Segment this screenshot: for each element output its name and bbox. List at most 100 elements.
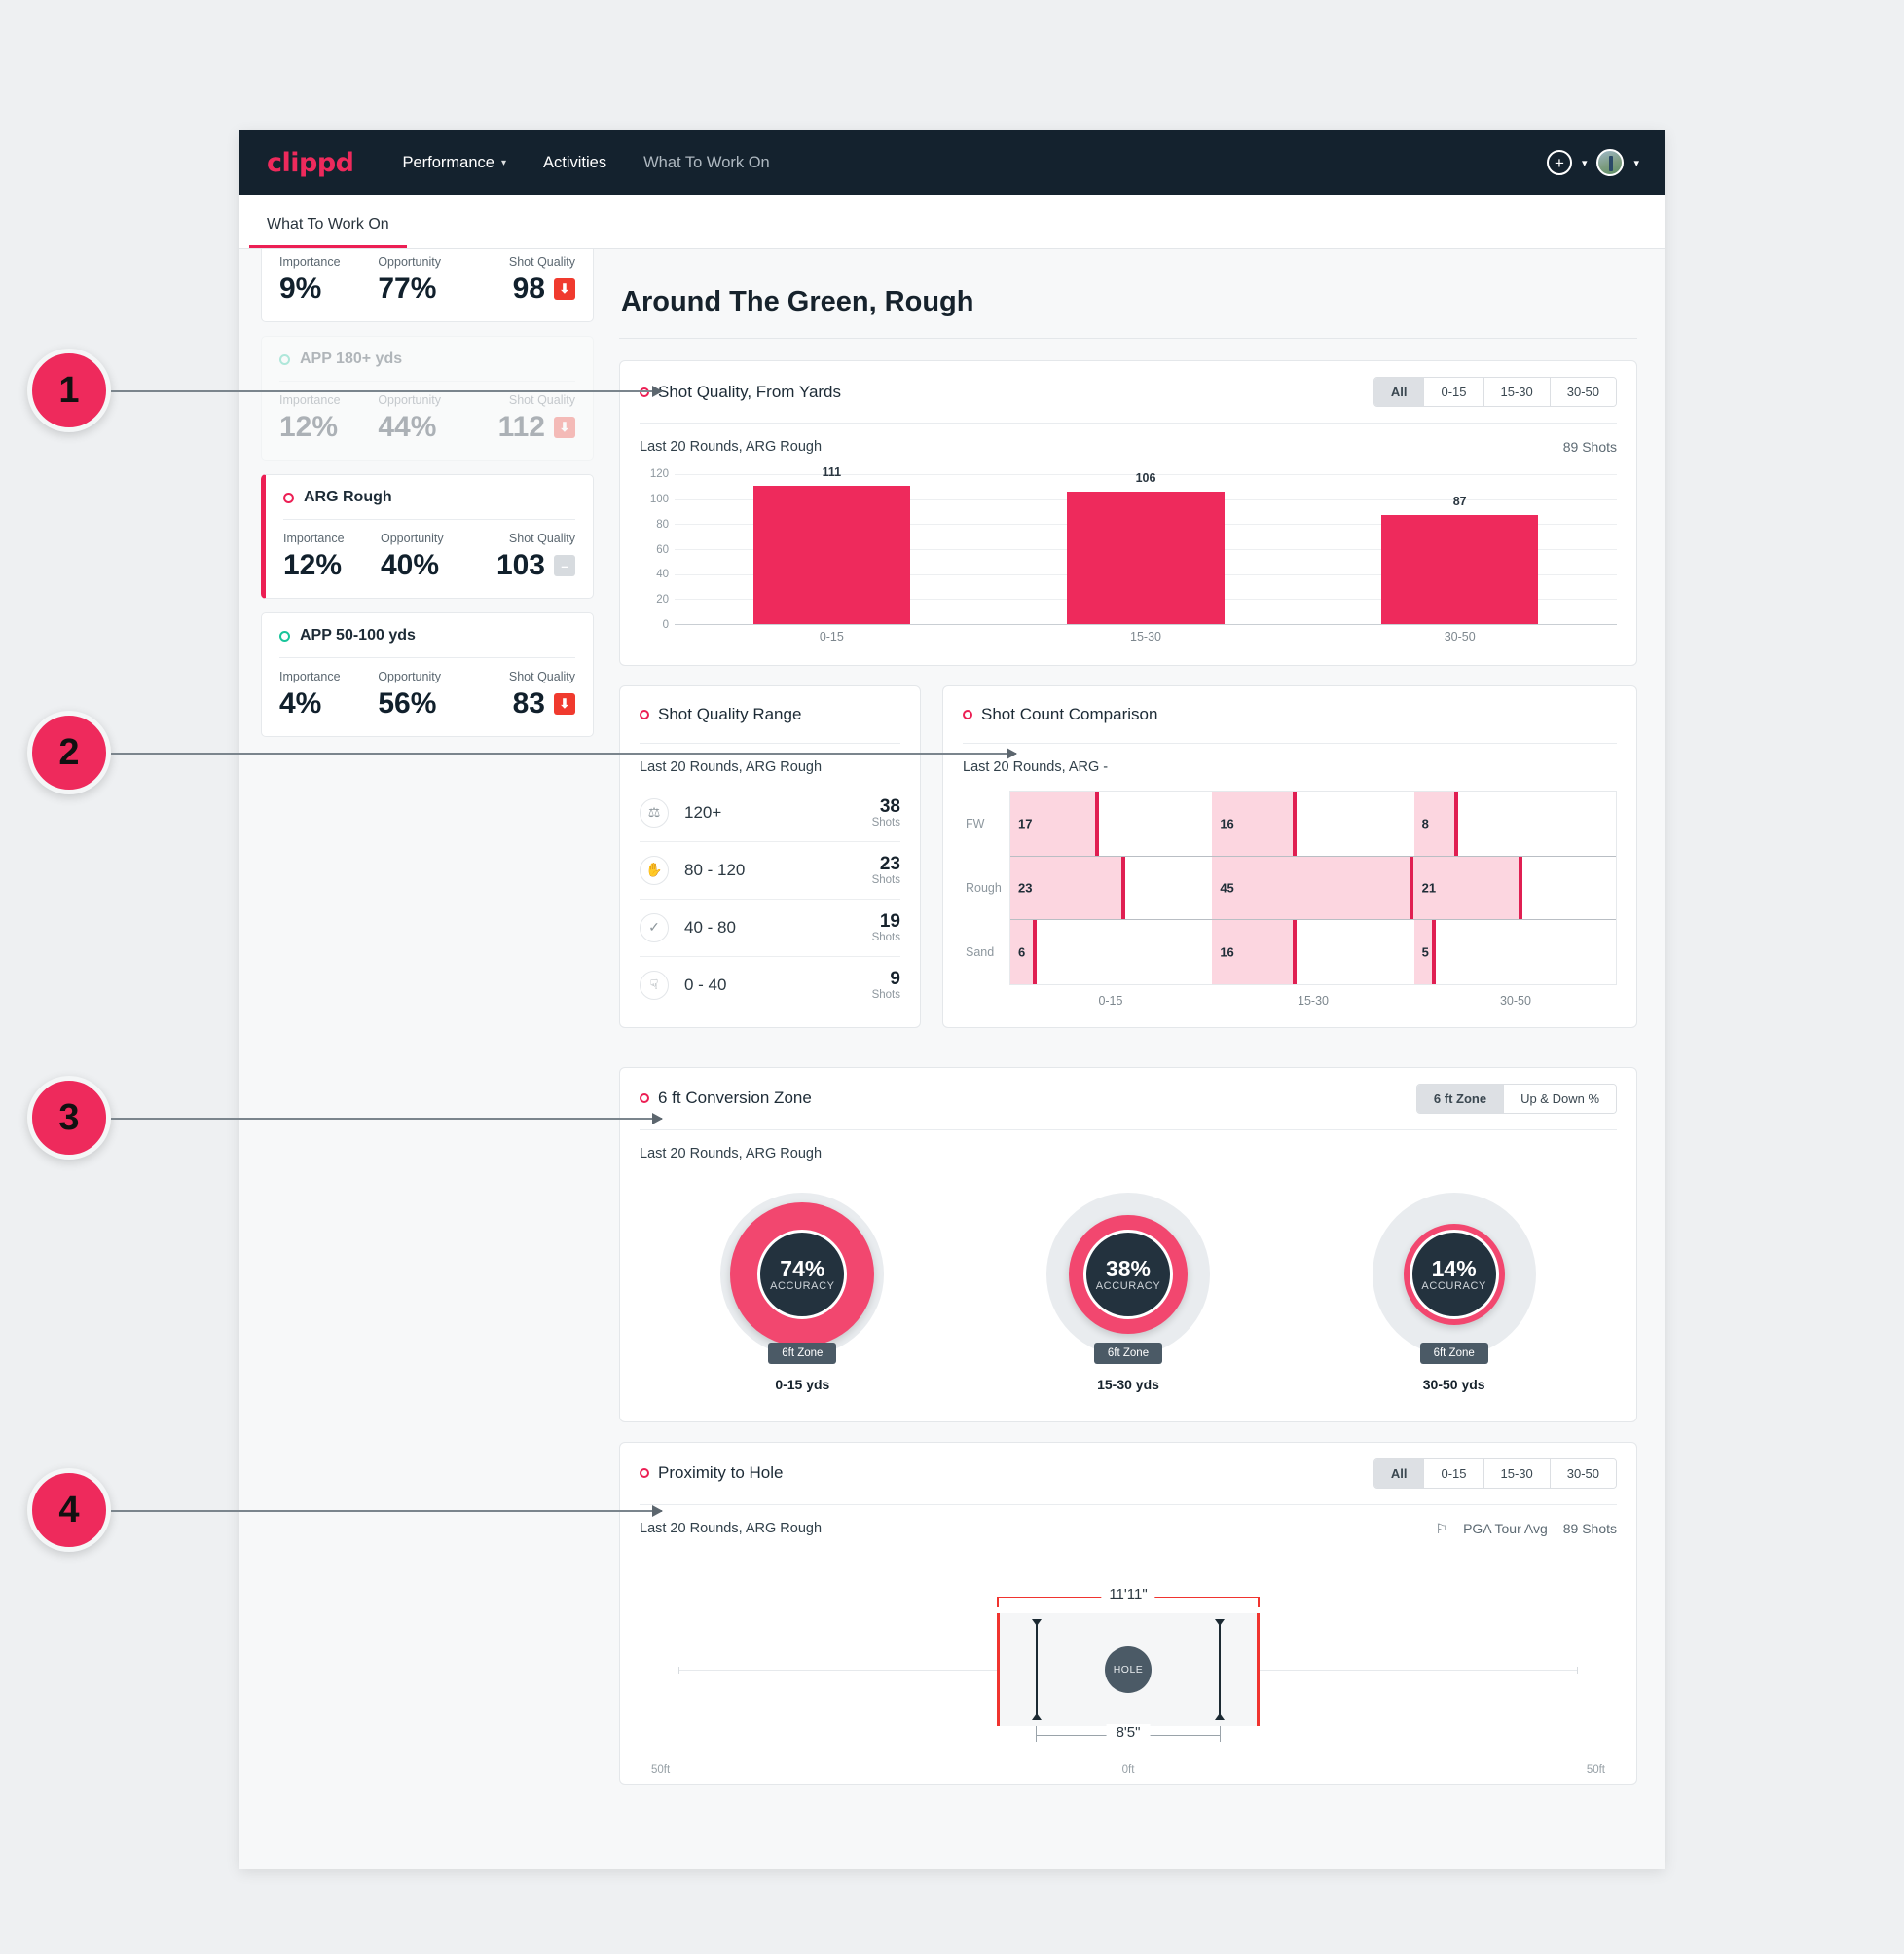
divider bbox=[283, 519, 575, 520]
stat-label: Shot Quality bbox=[508, 670, 575, 683]
nav-item-what-to-work-on[interactable]: What To Work On bbox=[643, 154, 770, 172]
status-ring-icon bbox=[279, 630, 290, 642]
stat-value: 9% bbox=[279, 273, 322, 305]
donut-ring: 14% ACCURACY bbox=[1403, 1223, 1505, 1325]
card-header: Shot Count Comparison bbox=[943, 686, 1636, 743]
plot-area: 111 106 87 bbox=[675, 465, 1617, 625]
ring-icon bbox=[640, 1093, 649, 1104]
bar-value: 111 bbox=[822, 464, 842, 479]
card-shot-quality-range: Shot Quality Range Last 20 Rounds, ARG R… bbox=[619, 685, 921, 1028]
stat-shot-quality: Shot Quality 83 ⬇ bbox=[477, 670, 575, 720]
donut-label: ACCURACY bbox=[1421, 1279, 1486, 1292]
seg-30-50[interactable]: 30-50 bbox=[1550, 1458, 1616, 1488]
seg-0-15[interactable]: 0-15 bbox=[1424, 378, 1484, 406]
plot-area: FW 17 16 8 Rough 23 45 21 Sand 6 16 5 bbox=[966, 791, 1617, 985]
stat-shot-quality: Shot Quality 98 ⬇ bbox=[477, 255, 575, 306]
primary-nav: Performance ▾ Activities What To Work On bbox=[403, 154, 770, 172]
donut-0-15[interactable]: 74% ACCURACY 6ft Zone 0-15 yds bbox=[640, 1192, 966, 1392]
avatar[interactable] bbox=[1596, 149, 1625, 176]
seg-0-15[interactable]: 0-15 bbox=[1424, 1458, 1484, 1488]
donut-caption: 30-50 yds bbox=[1422, 1376, 1485, 1392]
stat-value: 83 bbox=[512, 687, 545, 719]
list-item[interactable]: ☟ 0 - 40 9 Shots bbox=[640, 957, 900, 1014]
bar-0-15[interactable]: 111 bbox=[752, 465, 910, 624]
nav-item-activities[interactable]: Activities bbox=[543, 154, 606, 172]
seg-up-and-down[interactable]: Up & Down % bbox=[1504, 1084, 1616, 1113]
bar-30-50[interactable]: 87 bbox=[1381, 495, 1539, 624]
shot-count-label: 89 Shots bbox=[1562, 1521, 1617, 1537]
card-subtitle: Last 20 Rounds, ARG Rough bbox=[640, 439, 823, 455]
range-unit: Shots bbox=[871, 873, 900, 886]
chevron-down-icon-profile[interactable]: ▾ bbox=[1633, 157, 1639, 169]
x-axis-labels: 50ft 0ft 50ft bbox=[640, 1764, 1617, 1782]
cell-fw-0-15: 17 bbox=[1010, 792, 1212, 856]
trend-down-icon: ⬇ bbox=[553, 278, 575, 300]
card-header: 6 ft Conversion Zone 6 ft Zone Up & Down… bbox=[620, 1068, 1636, 1129]
card-title-row: Shot Quality, From Yards bbox=[640, 383, 841, 402]
donut-core: 38% ACCURACY bbox=[1083, 1229, 1173, 1319]
card-title: 6 ft Conversion Zone bbox=[658, 1088, 812, 1108]
clippd-logo[interactable]: clippd bbox=[267, 148, 354, 178]
plus-circle-icon[interactable]: + bbox=[1546, 150, 1572, 175]
bar-marker bbox=[1095, 792, 1100, 856]
divider bbox=[279, 657, 575, 658]
card-title-row: 6 ft Conversion Zone bbox=[640, 1088, 812, 1108]
stat-value: 44% bbox=[378, 411, 437, 443]
card-subheader: Last 20 Rounds, ARG Rough bbox=[620, 1130, 1636, 1167]
x-tick: 0-15 bbox=[1098, 994, 1123, 1008]
donut-15-30[interactable]: 38% ACCURACY 6ft Zone 15-30 yds bbox=[966, 1192, 1292, 1392]
sidebar-card-app-50-100[interactable]: APP 50-100 yds Importance 4% Opportunity… bbox=[261, 612, 594, 737]
range-count: 19 bbox=[879, 910, 900, 932]
nav-item-performance[interactable]: Performance ▾ bbox=[403, 154, 507, 172]
card-subheader: Last 20 Rounds, ARG Rough bbox=[620, 744, 920, 781]
stat-opportunity: Opportunity 56% bbox=[378, 670, 476, 720]
zone-chip: 6ft Zone bbox=[1093, 1342, 1163, 1364]
seg-15-30[interactable]: 15-30 bbox=[1483, 1458, 1551, 1488]
shot-count-chart: FW 17 16 8 Rough 23 45 21 Sand 6 16 5 0-… bbox=[943, 781, 1636, 1021]
inner-dimension-verticals bbox=[1036, 1618, 1221, 1720]
seg-15-30[interactable]: 15-30 bbox=[1483, 378, 1551, 406]
sidebar-card-app-180[interactable]: APP 180+ yds Importance 12% Opportunity … bbox=[261, 336, 594, 461]
list-item[interactable]: ✋ 80 - 120 23 Shots bbox=[640, 842, 900, 900]
outer-dimension-label: 11'11" bbox=[1101, 1585, 1155, 1603]
y-tick: 0 bbox=[662, 619, 669, 631]
row-label-fw: FW bbox=[966, 816, 985, 830]
cell-value: 16 bbox=[1220, 816, 1234, 831]
cell-value: 16 bbox=[1220, 944, 1234, 960]
list-item[interactable]: ✓ 40 - 80 19 Shots bbox=[640, 900, 900, 957]
divider bbox=[279, 381, 575, 382]
donut-caption: 0-15 yds bbox=[775, 1376, 830, 1392]
callout-leader-line bbox=[111, 1506, 663, 1516]
donut-track: 14% ACCURACY bbox=[1372, 1192, 1536, 1356]
sidebar-card-stats: Importance 4% Opportunity 56% Shot Quali… bbox=[279, 670, 575, 720]
cell-value: 23 bbox=[1018, 880, 1033, 896]
range-unit: Shots bbox=[871, 816, 900, 829]
y-tick: 60 bbox=[656, 543, 669, 556]
bar-fill bbox=[1212, 856, 1414, 919]
stat-value: 56% bbox=[378, 687, 437, 719]
tab-what-to-work-on[interactable]: What To Work On bbox=[249, 216, 407, 248]
dim-cap-right bbox=[1219, 1725, 1221, 1742]
seg-all[interactable]: All bbox=[1373, 378, 1425, 406]
donut-30-50[interactable]: 14% ACCURACY 6ft Zone 30-50 yds bbox=[1291, 1192, 1617, 1392]
chevron-down-icon-add[interactable]: ▾ bbox=[1582, 157, 1588, 169]
sidebar-card-arg-rough[interactable]: ARG Rough Importance 12% Opportunity 40%… bbox=[261, 474, 594, 599]
bar-15-30[interactable]: 106 bbox=[1067, 471, 1225, 624]
sidebar-card-partial[interactable]: Importance 9% Opportunity 77% Shot Quali… bbox=[261, 249, 594, 322]
y-tick: 100 bbox=[649, 493, 669, 505]
range-unit: Shots bbox=[871, 988, 900, 1001]
stat-label: Shot Quality bbox=[508, 255, 575, 269]
y-tick: 80 bbox=[656, 518, 669, 531]
bar-marker bbox=[1032, 919, 1037, 984]
cell-rough-15-30: 45 bbox=[1212, 856, 1414, 919]
quality-range-list: ⚖ 120+ 38 Shots ✋ 80 - 120 23 Shots ✓ 40… bbox=[620, 781, 920, 1027]
stat-opportunity: Opportunity 77% bbox=[378, 255, 476, 306]
seg-all[interactable]: All bbox=[1373, 1458, 1425, 1488]
range-label: 0 - 40 bbox=[684, 975, 727, 994]
seg-6ft-zone[interactable]: 6 ft Zone bbox=[1416, 1084, 1505, 1113]
seg-30-50[interactable]: 30-50 bbox=[1550, 378, 1616, 406]
stat-label: Shot Quality bbox=[508, 532, 575, 545]
stat-shot-quality: Shot Quality 103 – bbox=[478, 532, 575, 582]
list-item[interactable]: ⚖ 120+ 38 Shots bbox=[640, 785, 900, 842]
x-tick-left: 50ft bbox=[651, 1763, 671, 1776]
